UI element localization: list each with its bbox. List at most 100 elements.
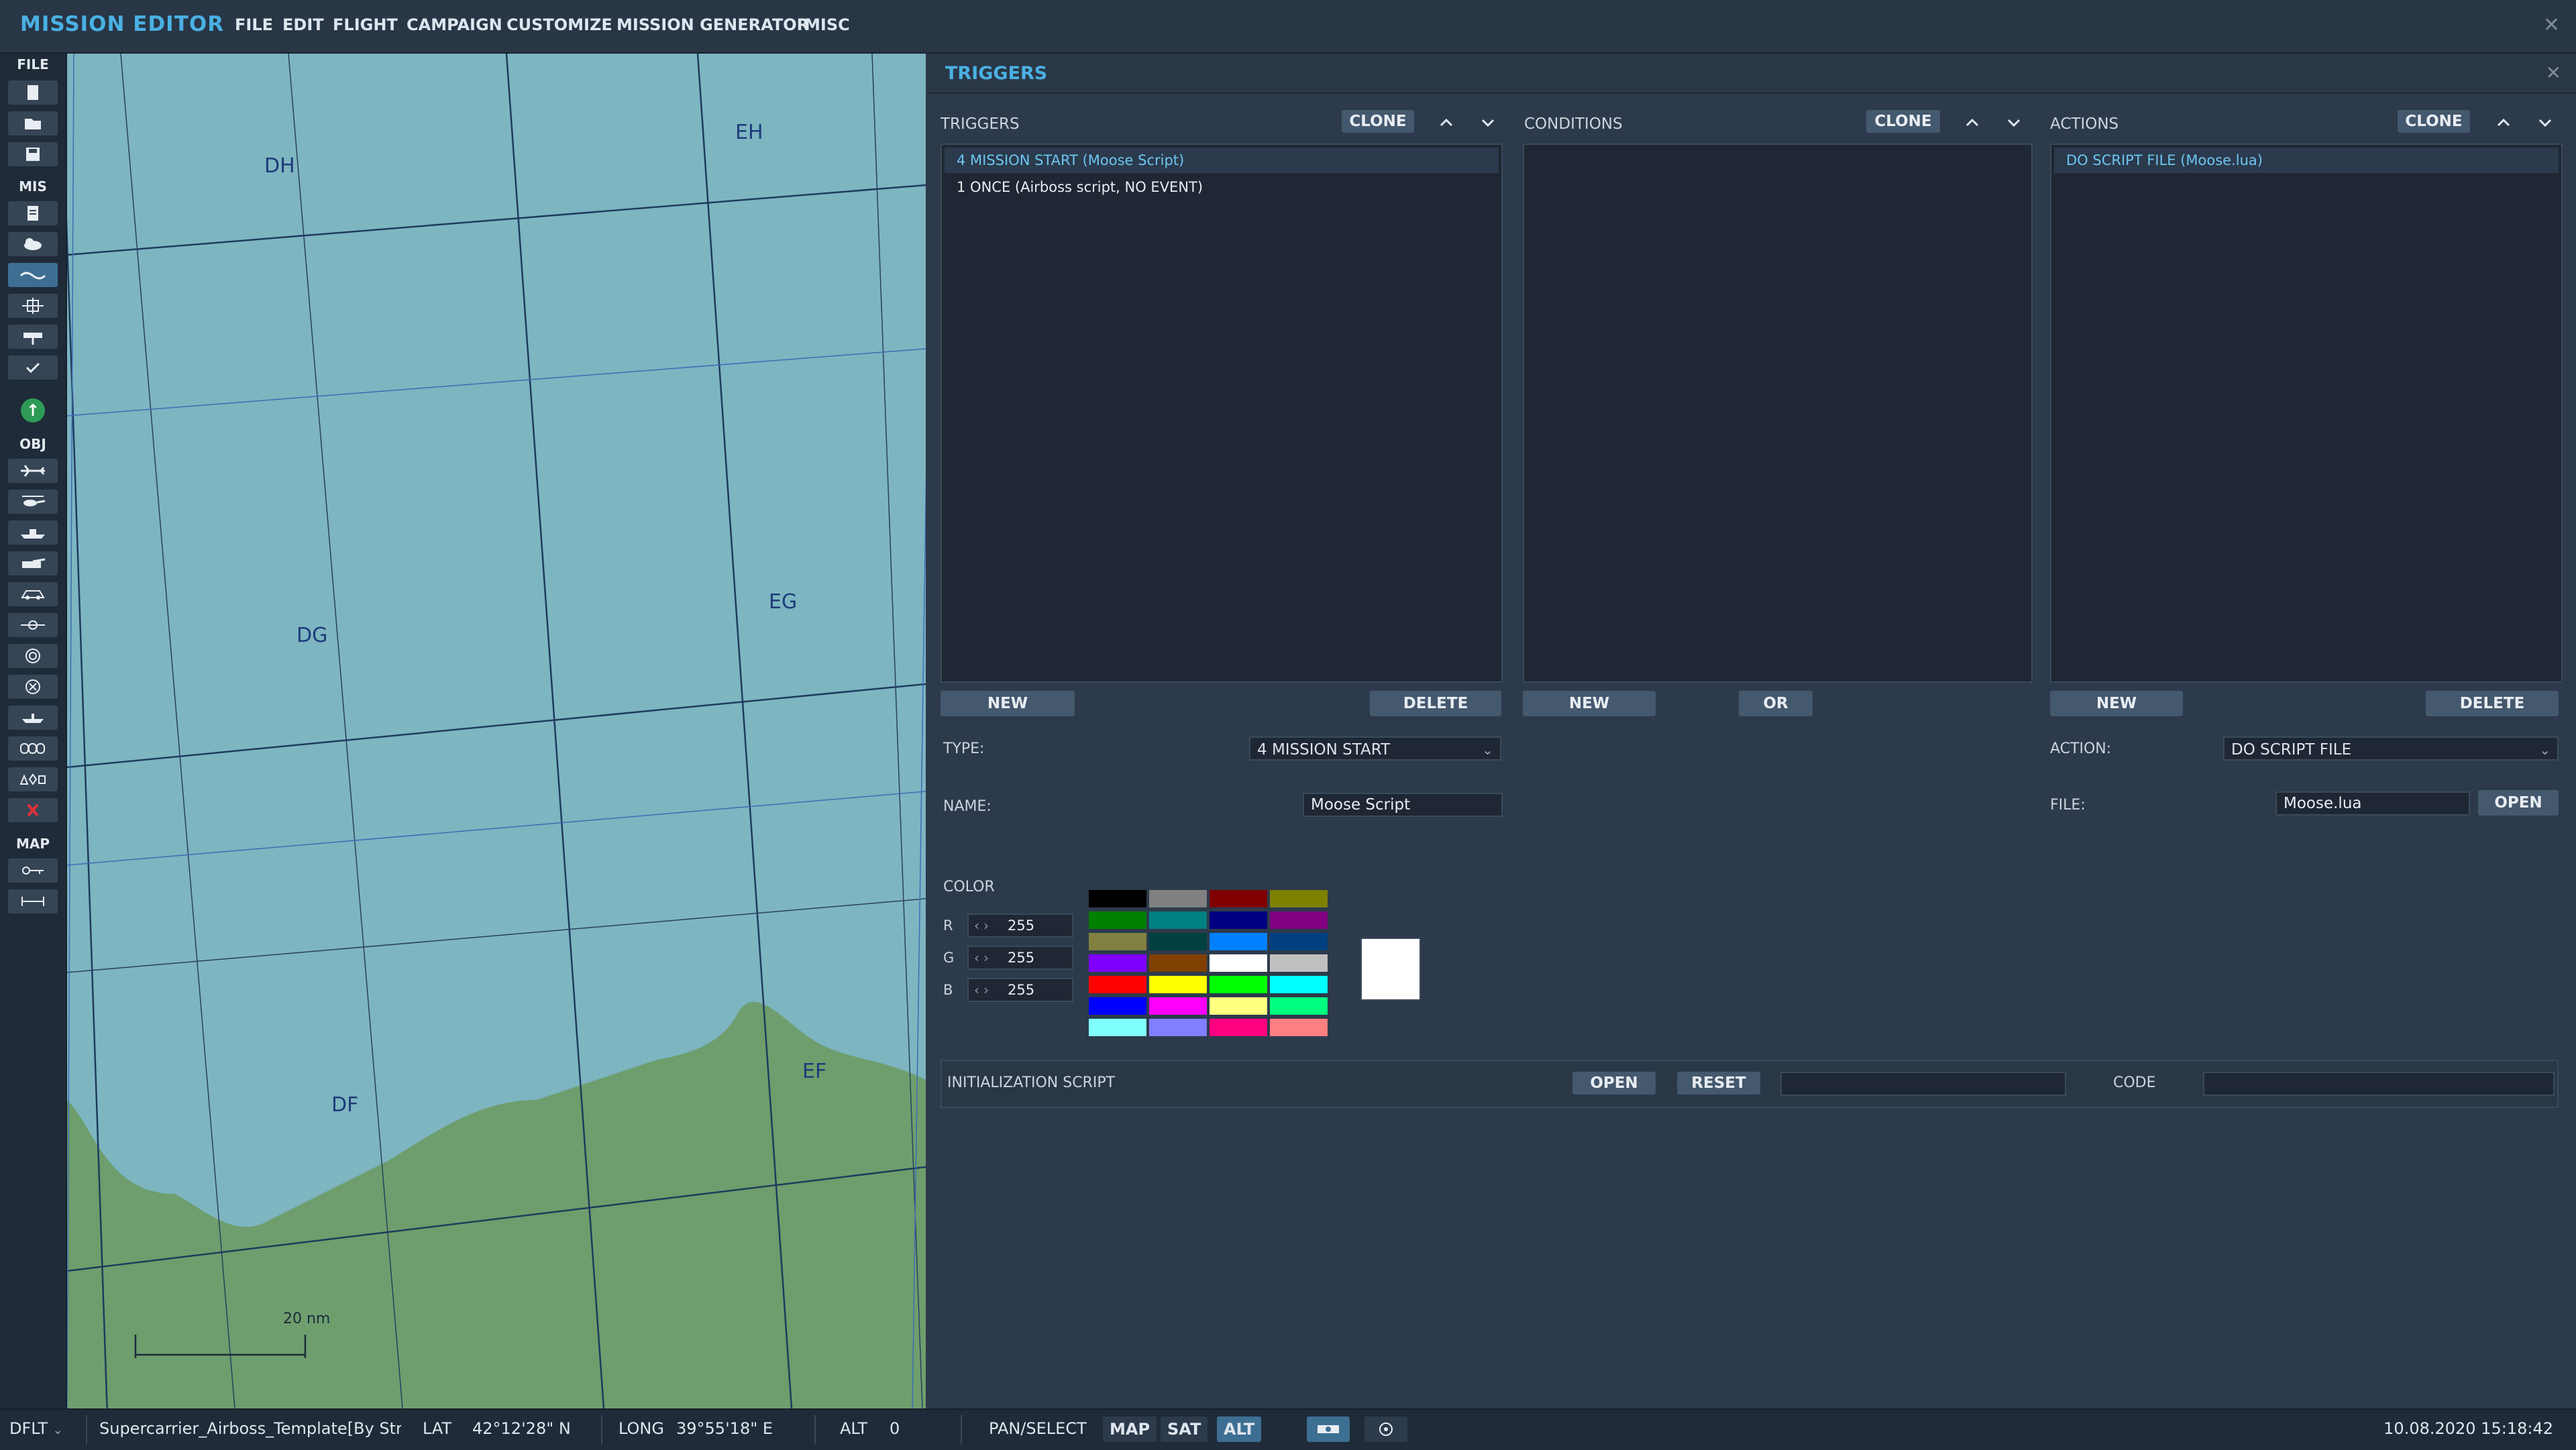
color-swatch[interactable] (1148, 911, 1208, 930)
vehicle-icon[interactable] (8, 551, 58, 575)
chevron-down-icon[interactable] (2003, 112, 2025, 133)
open-folder-icon[interactable] (8, 111, 58, 135)
conditions-list[interactable] (1523, 144, 2033, 683)
menu-mission-generator[interactable]: MISSION GENERATOR (616, 15, 809, 34)
color-swatch[interactable] (1269, 911, 1328, 930)
save-icon[interactable] (8, 142, 58, 166)
chevron-down-icon[interactable] (2534, 112, 2556, 133)
stepper-arrows-icon[interactable]: ‹› (974, 979, 993, 1001)
flag-icon[interactable] (8, 325, 58, 349)
chevron-up-icon[interactable] (1436, 112, 1457, 133)
color-swatch[interactable] (1209, 975, 1268, 994)
color-swatch[interactable] (1209, 889, 1268, 908)
close-icon[interactable]: ✕ (2543, 13, 2560, 37)
menu-flight[interactable]: FLIGHT (333, 15, 398, 34)
list-item[interactable]: DO SCRIPT FILE (Moose.lua) (2054, 148, 2559, 173)
chevron-up-icon[interactable] (1962, 112, 1983, 133)
delete-icon[interactable] (8, 798, 58, 822)
carrier-icon[interactable] (8, 706, 58, 730)
color-swatch[interactable] (1269, 1018, 1328, 1037)
color-swatch[interactable] (1088, 932, 1147, 951)
color-swatch[interactable] (1269, 932, 1328, 951)
color-swatch[interactable] (1269, 997, 1328, 1015)
profile-select[interactable]: DFLT ⌄ (9, 1419, 63, 1438)
file-field[interactable]: Moose.lua (2275, 791, 2470, 816)
triggers-delete-button[interactable]: DELETE (1370, 691, 1501, 716)
color-swatch[interactable] (1088, 975, 1147, 994)
target-icon[interactable] (8, 644, 58, 668)
map-mode-button[interactable]: MAP (1103, 1416, 1157, 1442)
action-select[interactable]: DO SCRIPT FILE ⌄ (2223, 736, 2559, 761)
color-swatch[interactable] (1269, 889, 1328, 908)
color-swatch[interactable] (1269, 975, 1328, 994)
briefing-icon[interactable] (8, 201, 58, 225)
armor-group-icon[interactable] (8, 582, 58, 606)
init-open-button[interactable]: OPEN (1572, 1072, 1656, 1095)
conditions-new-button[interactable]: NEW (1523, 691, 1656, 716)
file-open-button[interactable]: OPEN (2478, 790, 2559, 816)
key-icon[interactable] (8, 858, 58, 883)
template-icon[interactable] (8, 736, 58, 761)
conditions-or-button[interactable]: OR (1739, 691, 1813, 716)
menu-file[interactable]: FILE (235, 15, 273, 34)
weather-icon[interactable] (8, 232, 58, 256)
helicopter-icon[interactable] (8, 490, 58, 514)
triggers-new-button[interactable]: NEW (941, 691, 1075, 716)
triggers-list[interactable]: 4 MISSION START (Moose Script) 1 ONCE (A… (941, 144, 1503, 683)
list-item[interactable]: 1 ONCE (Airboss script, NO EVENT) (945, 174, 1499, 200)
map-view[interactable]: DH EH DG EG DF EF 20 nm (67, 54, 926, 1408)
color-swatch[interactable] (1148, 975, 1208, 994)
color-swatch[interactable] (1209, 997, 1268, 1015)
color-swatch[interactable] (1269, 954, 1328, 972)
plane-icon[interactable] (8, 459, 58, 483)
triggers-icon[interactable] (8, 263, 58, 287)
color-swatch[interactable] (1088, 1018, 1147, 1037)
settings-icon[interactable] (1364, 1416, 1407, 1442)
pan-select-mode[interactable]: PAN/SELECT (989, 1419, 1087, 1438)
new-file-icon[interactable] (8, 80, 58, 105)
actions-delete-button[interactable]: DELETE (2426, 691, 2559, 716)
list-item[interactable]: 4 MISSION START (Moose Script) (945, 148, 1499, 173)
name-field[interactable]: Moose Script (1303, 793, 1503, 817)
stepper-arrows-icon[interactable]: ‹› (974, 947, 993, 968)
alt-mode-button[interactable]: ALT (1217, 1416, 1262, 1442)
arrow-up-icon[interactable]: ↑ (21, 398, 45, 423)
green-stepper[interactable]: ‹› 255 (967, 946, 1073, 970)
actions-clone-button[interactable]: CLONE (2398, 110, 2470, 133)
color-swatch[interactable] (1148, 1018, 1208, 1037)
goals-icon[interactable] (8, 294, 58, 318)
vehicle-view-icon[interactable] (1307, 1416, 1350, 1442)
conditions-clone-button[interactable]: CLONE (1866, 110, 1940, 133)
chevron-down-icon[interactable] (1477, 112, 1499, 133)
color-swatch[interactable] (1088, 889, 1147, 908)
init-script-field[interactable] (1780, 1072, 2066, 1096)
zone-icon[interactable] (8, 675, 58, 699)
color-swatch[interactable] (1209, 1018, 1268, 1037)
color-swatch[interactable] (1088, 954, 1147, 972)
menu-customize[interactable]: CUSTOMIZE (506, 15, 612, 34)
check-icon[interactable] (8, 355, 58, 380)
static-object-icon[interactable] (8, 613, 58, 637)
actions-list[interactable]: DO SCRIPT FILE (Moose.lua) (2050, 144, 2563, 683)
shapes-icon[interactable] (8, 767, 58, 791)
ship-icon[interactable] (8, 520, 58, 545)
actions-new-button[interactable]: NEW (2050, 691, 2183, 716)
red-stepper[interactable]: ‹› 255 (967, 913, 1073, 938)
color-swatch[interactable] (1088, 997, 1147, 1015)
chevron-up-icon[interactable] (2493, 112, 2514, 133)
menu-edit[interactable]: EDIT (282, 15, 324, 34)
close-icon[interactable]: ✕ (2546, 62, 2561, 84)
color-swatch[interactable] (1209, 932, 1268, 951)
color-swatch[interactable] (1148, 889, 1208, 908)
blue-stepper[interactable]: ‹› 255 (967, 978, 1073, 1002)
sat-mode-button[interactable]: SAT (1161, 1416, 1208, 1442)
menu-campaign[interactable]: CAMPAIGN (407, 15, 502, 34)
color-swatch[interactable] (1148, 997, 1208, 1015)
type-select[interactable]: 4 MISSION START ⌄ (1249, 736, 1501, 761)
color-swatch[interactable] (1209, 954, 1268, 972)
ruler-icon[interactable] (8, 889, 58, 913)
stepper-arrows-icon[interactable]: ‹› (974, 915, 993, 936)
init-reset-button[interactable]: RESET (1677, 1072, 1760, 1095)
triggers-clone-button[interactable]: CLONE (1342, 110, 1414, 133)
color-swatch[interactable] (1088, 911, 1147, 930)
